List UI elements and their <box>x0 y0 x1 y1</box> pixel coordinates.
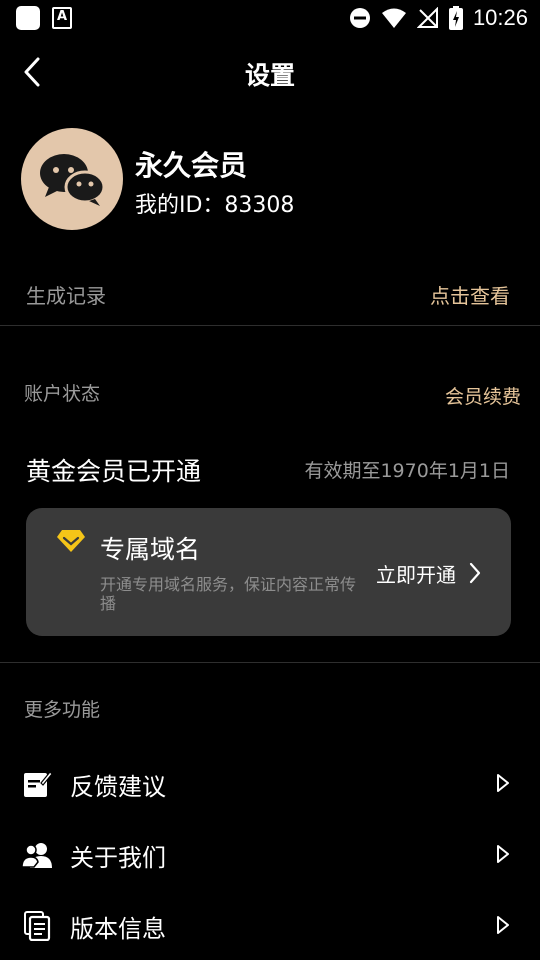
view-records-link[interactable]: 点击查看 <box>430 280 510 309</box>
domain-card-title: 专属域名 <box>100 535 201 564</box>
account-status-label: 账户状态 <box>24 383 101 405</box>
divider <box>0 662 540 663</box>
avatar[interactable] <box>21 128 123 230</box>
menu-item-label: 反馈建议 <box>70 773 166 801</box>
play-arrow-icon <box>497 845 509 863</box>
wechat-icon <box>40 154 106 206</box>
document-icon <box>24 911 51 941</box>
do-not-disturb-icon <box>349 8 370 28</box>
no-signal-icon <box>416 7 438 28</box>
domain-card-description: 开通专用域名服务，保证内容正常传播 <box>100 575 357 613</box>
domain-card[interactable]: 专属域名 开通专用域名服务，保证内容正常传播 立即开通 <box>26 508 511 636</box>
activate-button[interactable]: 立即开通 <box>376 558 482 588</box>
battery-charging-icon <box>448 6 463 30</box>
user-id: 我的ID：83308 <box>135 193 295 218</box>
activate-label: 立即开通 <box>376 562 456 587</box>
menu-item-version[interactable]: 版本信息 <box>0 897 540 957</box>
records-label: 生成记录 <box>26 284 106 308</box>
divider <box>0 325 540 326</box>
title-bar: 设置 <box>0 44 540 100</box>
menu-item-about[interactable]: 关于我们 <box>0 826 540 886</box>
renew-membership-link[interactable]: 会员续费 <box>445 382 521 409</box>
menu-item-label: 版本信息 <box>70 915 166 943</box>
play-arrow-icon <box>497 916 509 934</box>
users-icon <box>22 843 52 868</box>
wifi-icon <box>381 8 406 28</box>
notification-icon <box>16 6 40 30</box>
diamond-icon <box>57 530 85 552</box>
menu-item-feedback[interactable]: 反馈建议 <box>0 755 540 815</box>
more-features-label: 更多功能 <box>24 699 101 721</box>
status-bar: 10:26 <box>0 0 540 36</box>
menu-item-label: 关于我们 <box>70 844 166 872</box>
chevron-right-icon <box>469 562 481 584</box>
feedback-icon <box>24 771 52 797</box>
expiry-date: 有效期至1970年1月1日 <box>304 460 510 482</box>
play-arrow-icon <box>497 774 509 792</box>
font-notification-icon <box>52 7 72 29</box>
membership-title: 永久会员 <box>135 149 248 182</box>
page-title: 设置 <box>244 61 295 90</box>
clock: 10:26 <box>472 5 528 30</box>
membership-status: 黄金会员已开通 <box>26 457 202 486</box>
